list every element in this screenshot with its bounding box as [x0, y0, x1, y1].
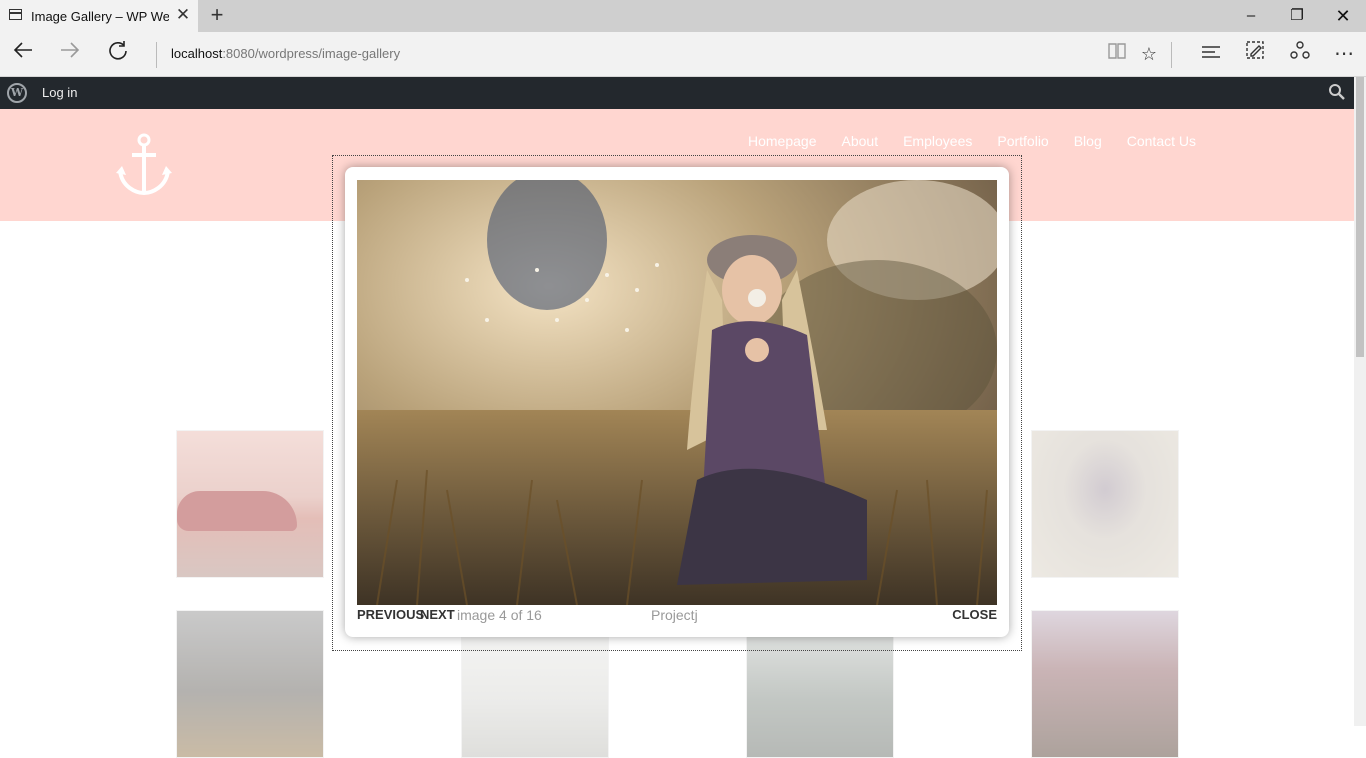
minimize-icon[interactable]: –	[1228, 0, 1274, 32]
image-counter: image 4 of 16	[457, 607, 542, 623]
refresh-icon[interactable]	[101, 38, 135, 70]
address-separator	[156, 42, 157, 68]
web-note-icon[interactable]	[1240, 40, 1270, 68]
next-button[interactable]: NEXT	[420, 607, 455, 622]
browser-tab[interactable]: Image Gallery – WP Wel ✕	[0, 0, 198, 32]
wordpress-logo-icon[interactable]: W	[7, 83, 27, 103]
url-host: localhost	[171, 46, 223, 61]
share-icon[interactable]	[1285, 40, 1315, 68]
gallery-thumbnail[interactable]	[176, 430, 324, 578]
back-icon[interactable]	[6, 38, 40, 70]
gallery-thumbnail[interactable]	[1031, 430, 1179, 578]
star-icon[interactable]: ☆	[1134, 40, 1164, 68]
scrollbar-thumb[interactable]	[1356, 77, 1364, 357]
lightbox-caption: PREVIOUS NEXT image 4 of 16 Projectj CLO…	[357, 607, 997, 627]
main-menu: Homepage About Employees Portfolio Blog Conta…	[748, 133, 1221, 151]
menu-item-contact-us[interactable]: Contact Us	[1127, 133, 1196, 149]
page-scrollbar[interactable]	[1354, 77, 1366, 726]
url-field[interactable]: localhost:8080/wordpress/image-gallery	[171, 46, 400, 61]
close-icon[interactable]: ✕	[175, 6, 191, 24]
image-title: Projectj	[651, 607, 698, 623]
previous-button[interactable]: PREVIOUS	[357, 607, 424, 622]
menu-item-homepage[interactable]: Homepage	[748, 133, 817, 149]
reading-view-icon[interactable]	[1102, 40, 1132, 68]
gallery-thumbnail[interactable]	[1031, 610, 1179, 758]
search-icon[interactable]	[1328, 83, 1348, 103]
page-icon	[9, 9, 22, 20]
close-button[interactable]: CLOSE	[952, 607, 997, 622]
menu-item-portfolio[interactable]: Portfolio	[997, 133, 1048, 149]
forward-icon[interactable]	[53, 38, 87, 70]
lightbox-image	[357, 180, 997, 605]
tab-bar: Image Gallery – WP Wel ✕ + – ❐ ✕	[0, 0, 1366, 32]
toolbar-separator	[1171, 42, 1172, 68]
url-path: :8080/wordpress/image-gallery	[222, 46, 401, 61]
address-bar: localhost:8080/wordpress/image-gallery ☆…	[0, 32, 1366, 77]
wp-admin-bar: W Log in	[0, 77, 1354, 109]
more-icon[interactable]: ⋯	[1329, 40, 1359, 68]
login-link[interactable]: Log in	[42, 85, 77, 100]
menu-item-about[interactable]: About	[842, 133, 879, 149]
hub-icon[interactable]	[1196, 40, 1226, 68]
plus-icon[interactable]: +	[206, 4, 228, 26]
menu-item-blog[interactable]: Blog	[1074, 133, 1102, 149]
anchor-icon[interactable]	[116, 133, 172, 197]
lightbox: PREVIOUS NEXT image 4 of 16 Projectj CLO…	[345, 167, 1009, 637]
menu-item-employees[interactable]: Employees	[903, 133, 972, 149]
tab-title: Image Gallery – WP Wel	[31, 9, 169, 24]
gallery-thumbnail[interactable]	[176, 610, 324, 758]
close-window-icon[interactable]: ✕	[1320, 0, 1366, 32]
restore-icon[interactable]: ❐	[1274, 0, 1320, 32]
